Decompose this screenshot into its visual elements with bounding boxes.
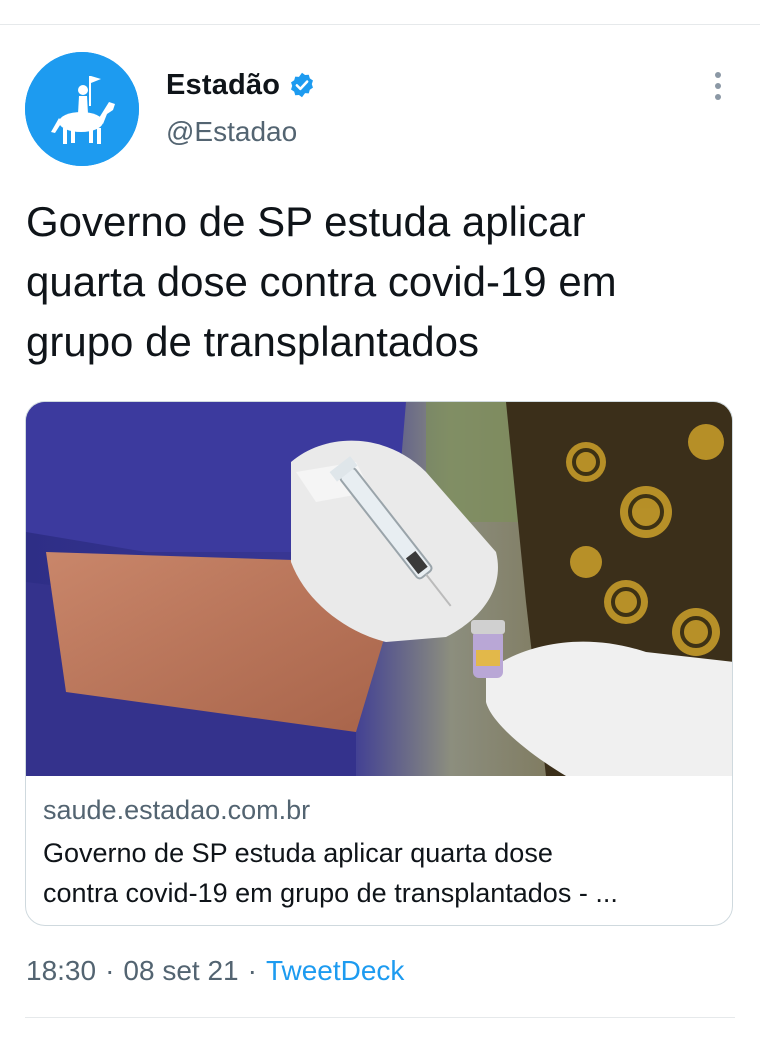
link-card-title-line: Governo de SP estuda aplicar quarta dose xyxy=(43,838,553,868)
tweet-text-line: quarta dose contra covid-19 em xyxy=(26,258,617,305)
more-dot xyxy=(715,94,721,100)
vaccine-syringe-photo xyxy=(26,402,732,776)
verified-badge-icon xyxy=(288,71,316,99)
tweet-text-line: Governo de SP estuda aplicar xyxy=(26,198,586,245)
tweet-date[interactable]: 08 set 21 xyxy=(123,955,238,987)
top-divider xyxy=(0,24,760,25)
meta-separator: · xyxy=(105,955,115,986)
link-card-domain: saude.estadao.com.br xyxy=(43,795,311,825)
author-handle[interactable]: @Estadao xyxy=(166,116,297,148)
more-vertical-icon[interactable] xyxy=(700,68,736,104)
tweet-source-link[interactable]: TweetDeck xyxy=(266,955,405,987)
link-card-title: Governo de SP estuda aplicar quarta dose… xyxy=(43,833,723,913)
horse-rider-logo-icon xyxy=(25,52,139,166)
link-card-title-line: contra covid-19 em grupo de transplantad… xyxy=(43,878,618,908)
tweet-text: Governo de SP estuda aplicar quarta dose… xyxy=(26,192,726,372)
bottom-divider xyxy=(25,1017,735,1018)
link-card-image[interactable] xyxy=(26,402,732,776)
tweet-text-line: grupo de transplantados xyxy=(26,318,479,365)
link-card[interactable]: saude.estadao.com.br Governo de SP estud… xyxy=(25,401,733,926)
tweet-time[interactable]: 18:30 xyxy=(26,955,96,987)
author-name-row[interactable]: Estadão xyxy=(166,65,316,105)
tweet-meta: 18:30 · 08 set 21 · TweetDeck xyxy=(26,955,404,987)
display-name[interactable]: Estadão xyxy=(166,69,280,102)
meta-separator: · xyxy=(247,955,257,986)
more-dot xyxy=(715,72,721,78)
more-dot xyxy=(715,83,721,89)
avatar[interactable] xyxy=(25,52,139,166)
